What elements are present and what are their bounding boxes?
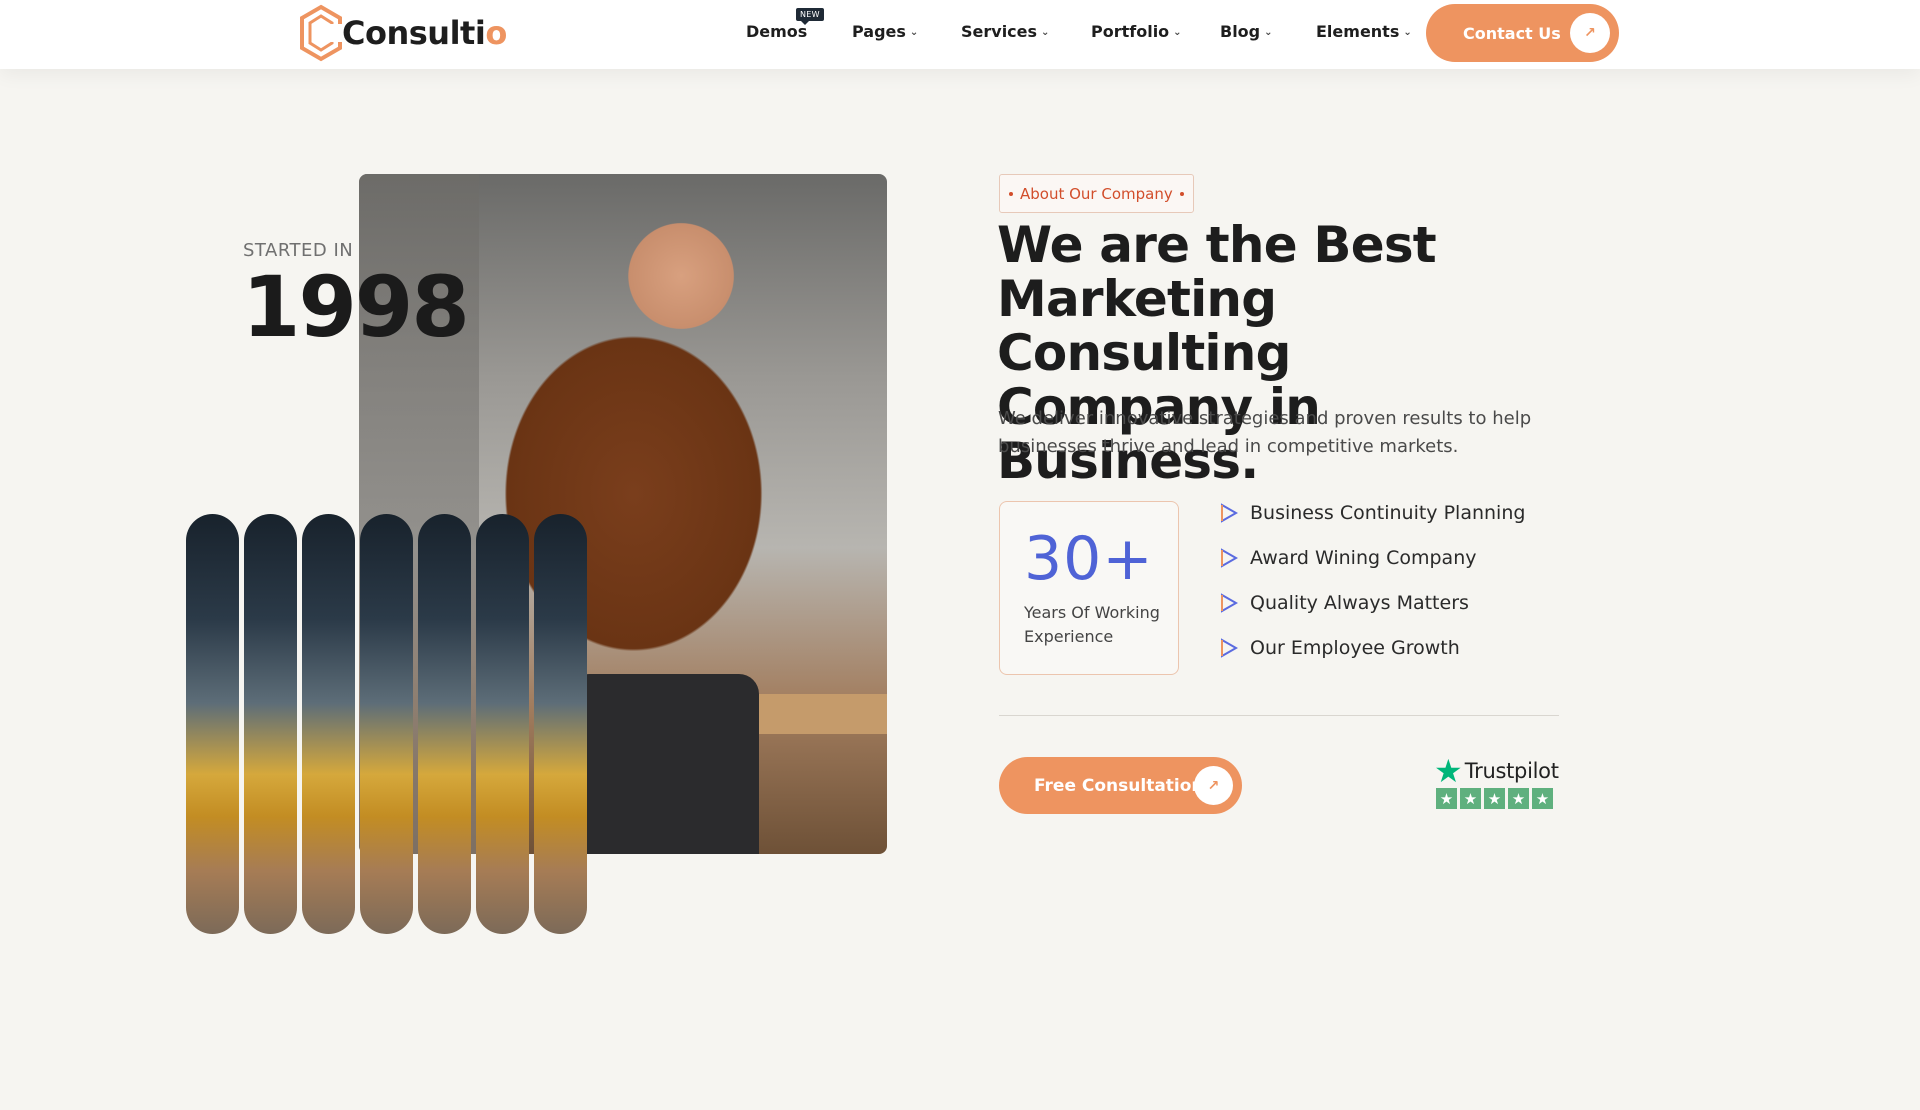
photo-stripe bbox=[186, 514, 239, 934]
star-icon: ★ bbox=[1434, 752, 1463, 790]
feature-item: Our Employee Growth bbox=[1220, 637, 1460, 659]
play-arrow-icon bbox=[1221, 593, 1238, 613]
photo-stripe bbox=[360, 514, 413, 934]
team-photo-stripes bbox=[186, 514, 588, 934]
new-badge: NEW bbox=[796, 8, 824, 25]
experience-stat-card: 30+ Years Of Working Experience bbox=[999, 501, 1179, 675]
feature-item: Quality Always Matters bbox=[1220, 592, 1469, 614]
stat-label: Years Of Working Experience bbox=[1024, 603, 1160, 646]
trustpilot-stars: ★ ★ ★ ★ ★ bbox=[1436, 788, 1559, 809]
feature-label: Quality Always Matters bbox=[1250, 592, 1469, 614]
free-consultation-label: Free Consultation bbox=[1034, 775, 1204, 796]
photo-stripe bbox=[302, 514, 355, 934]
tag-dot bbox=[1179, 192, 1184, 196]
contact-us-button[interactable]: Contact Us ↗ bbox=[1426, 4, 1619, 62]
star-icon: ★ bbox=[1532, 788, 1553, 809]
photo-stripe bbox=[476, 514, 529, 934]
nav-label: Demos bbox=[746, 22, 808, 41]
stat-value: 30+ bbox=[1024, 524, 1154, 594]
nav-label: Pages bbox=[852, 22, 906, 41]
nav-item-elements[interactable]: Elements ⌄ bbox=[1316, 22, 1412, 41]
nav-item-pages[interactable]: Pages ⌄ bbox=[852, 22, 918, 41]
photo-stripe bbox=[418, 514, 471, 934]
divider bbox=[999, 715, 1559, 716]
feature-label: Business Continuity Planning bbox=[1250, 502, 1526, 524]
arrow-up-right-icon: ↗ bbox=[1194, 766, 1233, 805]
nav-item-demos[interactable]: Demos bbox=[746, 22, 807, 41]
play-arrow-icon bbox=[1221, 503, 1238, 523]
nav-item-services[interactable]: Services ⌄ bbox=[961, 22, 1049, 41]
nav-label: Elements bbox=[1316, 22, 1400, 41]
chevron-down-icon: ⌄ bbox=[1041, 26, 1050, 38]
hero-description: We deliver innovative strategies and pro… bbox=[998, 408, 1532, 457]
nav-label: Blog bbox=[1220, 22, 1261, 41]
nav-label: Services bbox=[961, 22, 1038, 41]
photo-stripe bbox=[244, 514, 297, 934]
play-arrow-icon bbox=[1221, 638, 1238, 658]
contact-us-label: Contact Us bbox=[1463, 23, 1561, 43]
arrow-up-right-icon: ↗ bbox=[1570, 13, 1610, 53]
tag-label: About Our Company bbox=[1020, 184, 1173, 203]
star-icon: ★ bbox=[1484, 788, 1505, 809]
trustpilot-name: Trustpilot bbox=[1464, 759, 1559, 783]
site-header: Consultio Demos NEW Pages ⌄ Services ⌄ Por… bbox=[0, 0, 1920, 69]
nav-item-blog[interactable]: Blog ⌄ bbox=[1220, 22, 1273, 41]
feature-label: Award Wining Company bbox=[1250, 547, 1477, 569]
feature-item: Award Wining Company bbox=[1220, 547, 1477, 569]
chevron-down-icon: ⌄ bbox=[909, 26, 919, 38]
free-consultation-button[interactable]: Free Consultation ↗ bbox=[999, 757, 1242, 814]
nav-label: Portfolio bbox=[1091, 22, 1170, 41]
photo-stripe bbox=[534, 514, 587, 934]
chevron-down-icon: ⌄ bbox=[1173, 26, 1182, 38]
started-year: 1998 bbox=[242, 258, 470, 356]
feature-label: Our Employee Growth bbox=[1250, 637, 1460, 659]
main-nav: Demos NEW Pages ⌄ Services ⌄ Portfolio ⌄ Bl… bbox=[0, 0, 1920, 69]
chevron-down-icon: ⌄ bbox=[1264, 26, 1273, 38]
star-icon: ★ bbox=[1436, 788, 1457, 809]
trustpilot-rating[interactable]: ★ Trustpilot ★ ★ ★ ★ ★ bbox=[1434, 752, 1559, 816]
trustpilot-logo: ★ Trustpilot bbox=[1434, 752, 1559, 790]
photo-figure bbox=[569, 674, 759, 854]
feature-item: Business Continuity Planning bbox=[1220, 502, 1525, 524]
play-arrow-icon bbox=[1221, 548, 1238, 568]
nav-item-portfolio[interactable]: Portfolio ⌄ bbox=[1091, 22, 1182, 41]
section-tag: About Our Company bbox=[999, 174, 1194, 213]
star-icon: ★ bbox=[1508, 788, 1529, 809]
tag-dot bbox=[1009, 192, 1013, 196]
star-icon: ★ bbox=[1460, 788, 1481, 809]
chevron-down-icon: ⌄ bbox=[1403, 26, 1412, 38]
